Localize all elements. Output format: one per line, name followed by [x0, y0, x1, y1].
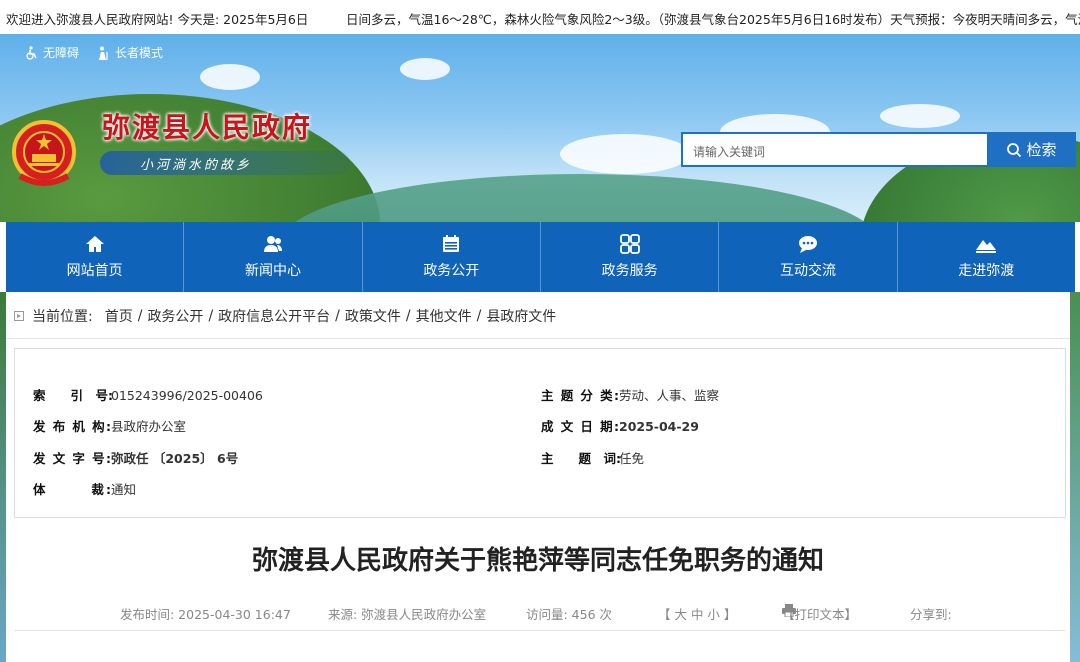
meta-issuer: 发 布 机 构:县政府办公室: [33, 416, 186, 435]
nav-item-news[interactable]: 新闻中心: [184, 222, 363, 292]
national-emblem-icon: [12, 120, 76, 186]
nav-item-gov-open[interactable]: 政务公开: [363, 222, 541, 292]
home-icon: [85, 236, 104, 252]
slogan: 小河淌水的故乡: [140, 158, 253, 173]
divider: [6, 338, 1070, 339]
meta-value: 015243996/2025-00406: [111, 388, 263, 403]
meta-key: 发 文 字 号:: [33, 451, 111, 466]
meta-value: 弥政任 〔2025〕 6号: [111, 451, 239, 466]
breadcrumb-info-platform[interactable]: 政府信息公开平台: [218, 306, 330, 326]
meta-subject: 主 题 词:任免: [541, 448, 644, 467]
people-icon: [263, 236, 282, 252]
nav-item-home[interactable]: 网站首页: [6, 222, 185, 292]
breadcrumb-home[interactable]: 首页: [105, 306, 133, 326]
meta-value: 县政府办公室: [111, 419, 187, 434]
mountain-icon: [976, 240, 997, 253]
meta-key: 主 题 词:: [541, 451, 621, 466]
cloud: [200, 64, 260, 90]
search-input[interactable]: 请输入关键词: [681, 132, 987, 167]
share-label: 分享到:: [910, 607, 952, 622]
nav-item-label: 政务服务: [601, 263, 658, 279]
cloud: [880, 104, 960, 128]
article-source: 来源: 弥渡县人民政府办公室: [328, 607, 487, 622]
meta-category: 主 题 分 类:劳动、人事、监察: [541, 385, 719, 404]
breadcrumb-other-docs[interactable]: 其他文件: [416, 306, 472, 326]
cloud: [560, 134, 690, 174]
nav-item-interaction[interactable]: 互动交流: [719, 222, 898, 292]
print-button[interactable]: 【打印文本】: [782, 604, 857, 622]
publish-time: 发布时间: 2025-04-30 16:47: [120, 607, 291, 622]
meta-value: 通知: [111, 482, 137, 497]
meta-key: 发 布 机 构:: [33, 419, 111, 434]
main-nav: 网站首页 新闻中心 政务公开 政务服务 互动交流 走进弥渡: [6, 222, 1075, 292]
nav-item-label: 互动交流: [779, 263, 836, 279]
accessibility-label: 无障碍: [43, 46, 80, 60]
meta-index: 索 引 号:015243996/2025-00406: [33, 385, 263, 404]
visit-count: 访问量: 456 次: [526, 607, 613, 622]
breadcrumb-gov-open[interactable]: 政务公开: [147, 306, 203, 326]
nav-item-label: 走进弥渡: [958, 263, 1015, 279]
nav-item-gov-service[interactable]: 政务服务: [541, 222, 720, 292]
document-title: 弥渡县人民政府关于熊艳萍等同志任免职务的通知: [251, 546, 824, 576]
nav-item-about-midu[interactable]: 走进弥渡: [898, 222, 1075, 292]
header-banner: 无障碍 长者模式 弥渡县人民政府 小河淌水的故乡 请输入关键词 检索: [0, 34, 1080, 222]
document-meta-box: 索 引 号:015243996/2025-00406 主 题 分 类:劳动、人事…: [14, 348, 1066, 518]
breadcrumb: 当前位置: 首页 / 政务公开 / 政府信息公开平台 / 政策文件 / 其他文件 / 县政…: [14, 306, 556, 326]
accessibility-link[interactable]: 无障碍: [24, 44, 79, 61]
meta-key: 索 引 号:: [33, 388, 113, 403]
meta-key: 体 裁:: [33, 482, 111, 497]
search-icon: [1007, 142, 1022, 157]
meta-date: 成 文 日 期:2025-04-29: [541, 416, 699, 435]
elder-mode-link[interactable]: 长者模式: [96, 44, 163, 61]
meta-key: 成 文 日 期:: [541, 419, 619, 434]
location-icon: [14, 311, 24, 321]
nav-item-label: 政务公开: [423, 263, 480, 279]
weather-ticker: 日间多云，气温16～28℃，森林火险气象风险2～3级。（弥渡县气象台2025年5…: [346, 12, 1080, 27]
welcome-text: 欢迎进入弥渡县人民政府网站! 今天是: 2025年5月6日: [6, 12, 309, 27]
print-label: 【打印文本】: [782, 607, 858, 622]
search-button[interactable]: 检索: [987, 132, 1076, 167]
site-title: 弥渡县人民政府: [102, 111, 313, 144]
cloud: [400, 58, 450, 80]
breadcrumb-label: 当前位置:: [32, 309, 93, 325]
divider: [14, 630, 1066, 631]
breadcrumb-county-docs[interactable]: 县政府文件: [486, 306, 556, 326]
elder-mode-label: 长者模式: [115, 46, 164, 60]
side-scenery-right: [1070, 292, 1080, 662]
top-bar: 欢迎进入弥渡县人民政府网站! 今天是: 2025年5月6日 日间多云，气温16～…: [0, 0, 1080, 34]
meta-genre: 体 裁:通知: [33, 479, 136, 498]
font-size-switch[interactable]: 【 大 中 小 】: [658, 604, 736, 623]
breadcrumb-policy-docs[interactable]: 政策文件: [345, 306, 401, 326]
meta-doc-number: 发 文 字 号:弥政任 〔2025〕 6号: [33, 448, 238, 467]
calendar-icon: [443, 235, 460, 252]
meta-value: 2025-04-29: [619, 419, 699, 434]
main-content: 当前位置: 首页 / 政务公开 / 政府信息公开平台 / 政策文件 / 其他文件 / 县政…: [6, 292, 1070, 662]
wheelchair-icon: [26, 45, 37, 60]
hill-center: [280, 174, 880, 222]
meta-key: 主 题 分 类:: [541, 388, 619, 403]
meta-value: 劳动、人事、监察: [619, 388, 720, 403]
nav-item-label: 网站首页: [66, 263, 123, 279]
elder-icon: [99, 46, 108, 60]
meta-value: 任免: [619, 451, 645, 466]
search-button-label: 检索: [1026, 141, 1057, 159]
nav-item-label: 新闻中心: [244, 263, 301, 279]
grid-icon: [619, 234, 640, 254]
chat-icon: [798, 236, 817, 253]
